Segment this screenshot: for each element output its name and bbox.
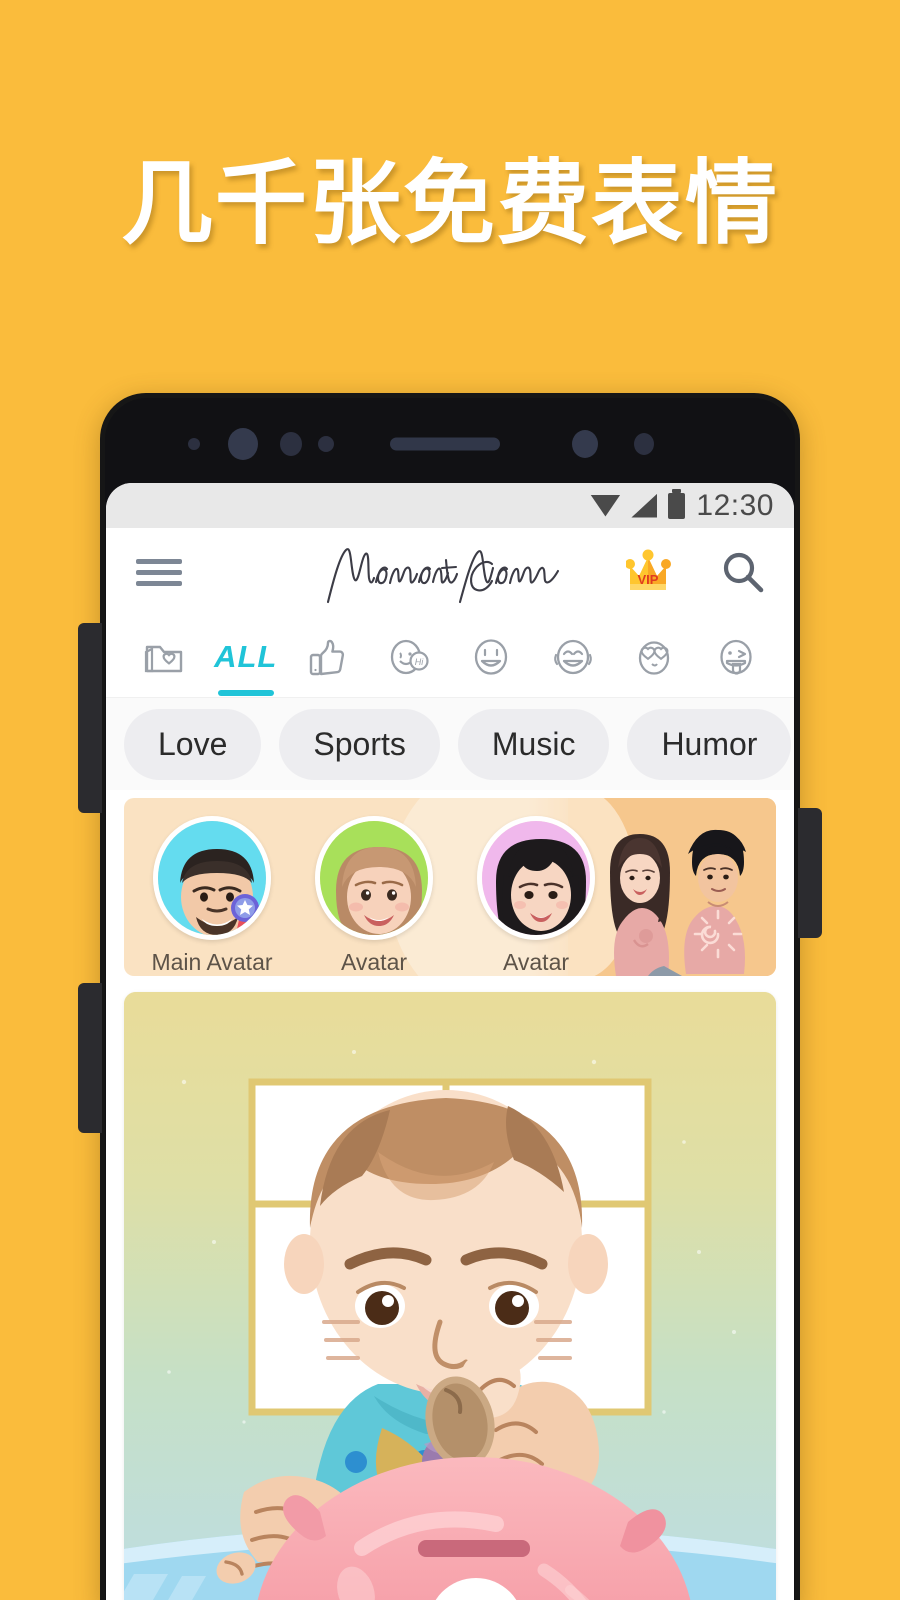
- phone-sensor-cluster: [100, 428, 800, 460]
- folder-heart-icon: [144, 645, 183, 672]
- avatar-item-3[interactable]: Avatar: [474, 816, 598, 976]
- avatar-label: Avatar: [502, 949, 570, 975]
- vip-badge-label: VIP: [638, 572, 659, 587]
- tab-all-label: ALL: [214, 638, 278, 674]
- chip-sports[interactable]: Sports: [279, 708, 440, 780]
- chip-humor[interactable]: Humor: [627, 708, 792, 780]
- couple-illustration[interactable]: [568, 798, 776, 976]
- tab-greetings[interactable]: Hi: [373, 616, 445, 698]
- power-button[interactable]: [798, 808, 822, 938]
- app-logo: [326, 548, 560, 604]
- earpiece-speaker: [390, 437, 500, 451]
- avatar-item-2[interactable]: Avatar: [312, 816, 436, 976]
- thumbs-up-icon: [310, 639, 345, 675]
- hamburger-bar: [136, 569, 182, 575]
- battery-icon: [668, 488, 686, 519]
- avatar-label: Avatar: [340, 949, 408, 975]
- volume-down-button[interactable]: [78, 983, 102, 1133]
- tab-love[interactable]: [618, 616, 690, 698]
- avatar[interactable]: [315, 816, 433, 940]
- front-camera-icon: [228, 428, 258, 460]
- avatar[interactable]: [153, 816, 271, 940]
- tab-playful[interactable]: [700, 616, 772, 698]
- tab-all[interactable]: ALL: [210, 616, 282, 698]
- avatar-list: Main Avatar Avatar Avatar: [124, 798, 598, 976]
- category-chip-row[interactable]: Love Sports Music Humor Rom: [106, 698, 794, 790]
- sticker-artwork: [124, 992, 776, 1600]
- avatar-label: Main Avatar: [151, 949, 273, 975]
- volume-up-button[interactable]: [78, 623, 102, 813]
- tab-laugh[interactable]: [537, 616, 609, 698]
- avatar-selector-card: Main Avatar Avatar Avatar: [124, 798, 776, 976]
- sensor-dot: [318, 436, 334, 452]
- face-wink-tongue-icon: [720, 639, 752, 675]
- app-bar: VIP: [106, 528, 794, 616]
- tab-favorites[interactable]: [128, 616, 200, 698]
- phone-mockup: 12:30 VIP ALL Hi Love Sports Music Humor…: [78, 393, 822, 1600]
- hamburger-bar: [136, 558, 182, 564]
- page-title: 几千张免费表情: [120, 149, 779, 257]
- hamburger-menu-icon[interactable]: [136, 553, 182, 592]
- promo-headline-area: 几千张免费表情: [0, 0, 900, 390]
- status-bar-clock: 12:30: [696, 488, 774, 522]
- face-hi-bubble-icon: Hi: [390, 639, 429, 674]
- avatar[interactable]: [477, 816, 595, 940]
- hamburger-bar: [136, 580, 182, 586]
- wifi-icon: [590, 494, 621, 517]
- sensor-dot: [572, 430, 598, 458]
- sensor-dot: [280, 432, 302, 456]
- star-medal-badge: [231, 894, 259, 929]
- face-heart-eyes-icon: [639, 640, 670, 675]
- face-laugh-icon: [553, 639, 592, 674]
- sensor-dot: [634, 433, 654, 455]
- category-tab-strip: ALL Hi: [106, 616, 794, 698]
- svg-text:Hi: Hi: [415, 657, 424, 667]
- phone-screen: 12:30 VIP ALL Hi Love Sports Music Humor…: [106, 483, 794, 1600]
- avatar-item-main[interactable]: Main Avatar: [150, 816, 274, 976]
- chip-music[interactable]: Music: [457, 708, 610, 780]
- chip-love[interactable]: Love: [124, 708, 262, 780]
- face-grin-icon: [474, 638, 507, 675]
- vip-crown-icon[interactable]: VIP: [626, 548, 684, 596]
- sticker-preview-card[interactable]: [124, 992, 776, 1600]
- status-bar: 12:30: [106, 483, 794, 528]
- sensor-dot: [188, 438, 200, 450]
- signal-icon: [631, 493, 658, 518]
- tab-grin[interactable]: [455, 616, 527, 698]
- tab-popular[interactable]: [291, 616, 363, 698]
- search-icon[interactable]: [720, 549, 766, 595]
